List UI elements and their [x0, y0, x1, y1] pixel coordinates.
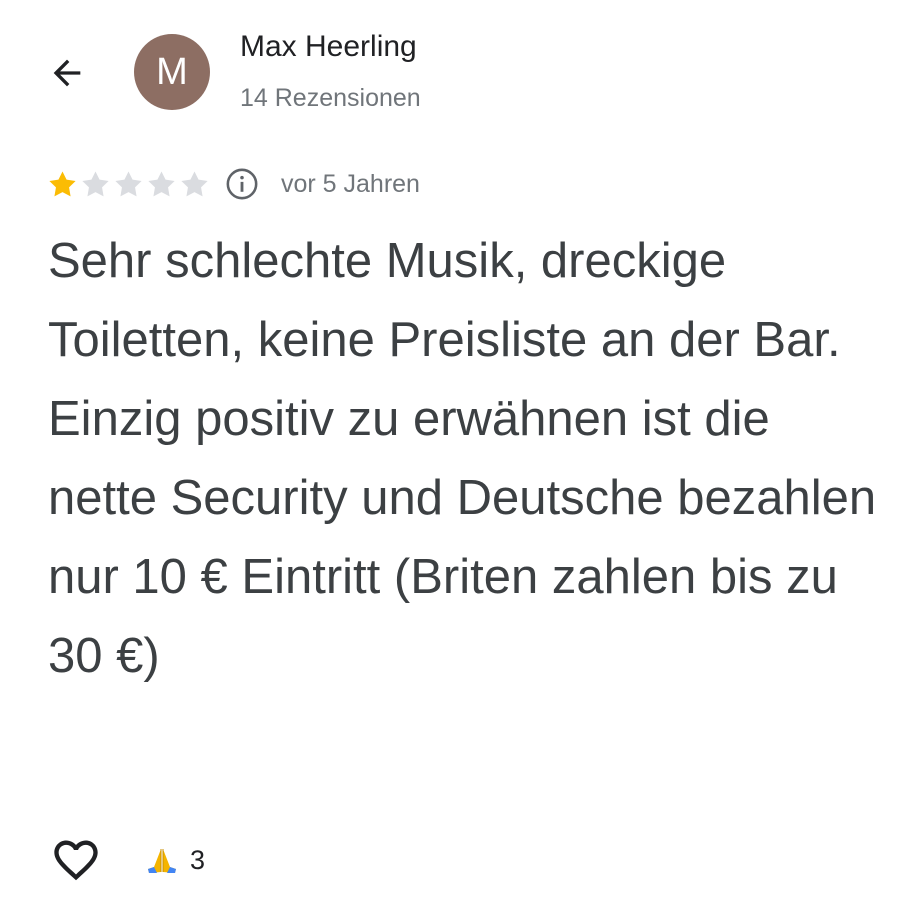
star-filled-icon	[49, 170, 76, 196]
reaction-chip[interactable]: 3	[144, 840, 205, 880]
star-empty-icon	[115, 170, 142, 196]
heart-icon	[54, 840, 98, 881]
star-empty-icon	[148, 170, 175, 196]
author-name[interactable]: Max Heerling	[240, 30, 417, 64]
review-card: M Max Heerling 14 Rezensionen vor 5 Jahr…	[0, 0, 921, 910]
like-button[interactable]	[48, 834, 104, 886]
folded-hands-icon	[148, 849, 176, 873]
star-empty-icon	[181, 170, 208, 196]
arrow-back-icon	[53, 59, 81, 87]
avatar-initial: M	[156, 50, 188, 93]
rating-row: vor 5 Jahren	[46, 164, 420, 204]
review-text: Sehr schlechte Musik, dreckige Toiletten…	[48, 234, 877, 683]
star-empty-icon	[82, 170, 109, 196]
review-count: 14 Rezensionen	[240, 84, 421, 112]
avatar[interactable]: M	[134, 34, 210, 110]
reaction-count: 3	[190, 844, 206, 875]
review-date: vor 5 Jahren	[281, 169, 420, 198]
info-icon[interactable]	[225, 167, 259, 201]
star-rating	[46, 168, 211, 201]
back-button[interactable]	[44, 50, 90, 96]
